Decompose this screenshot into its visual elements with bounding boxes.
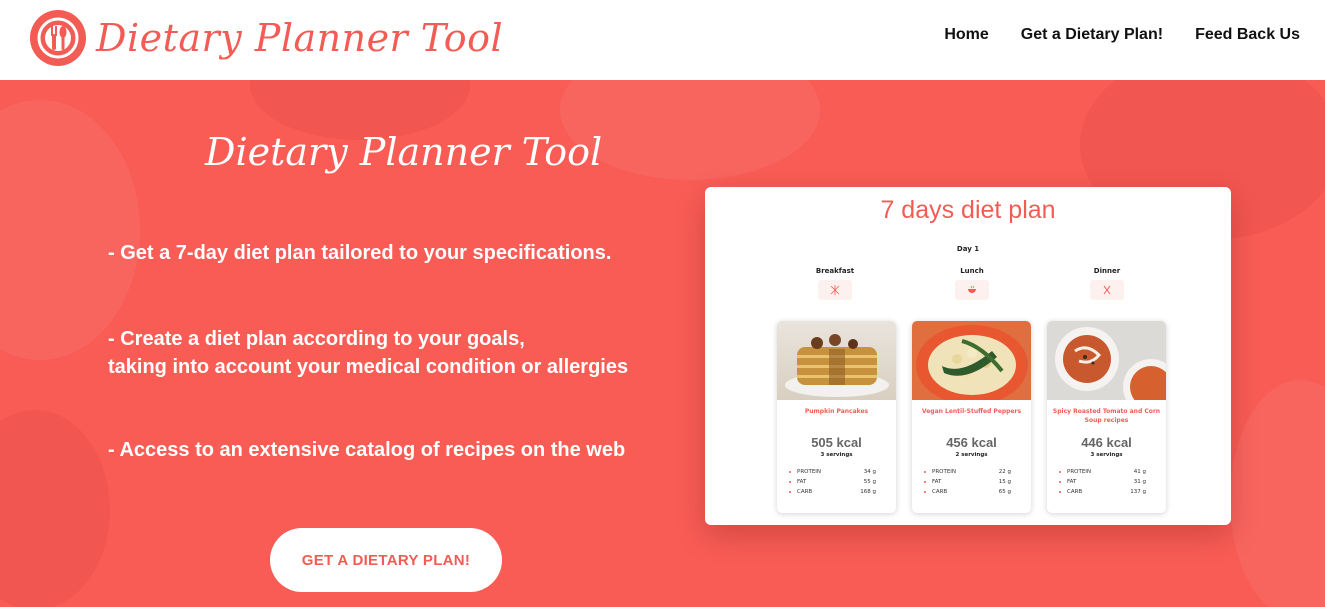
- nutrient-name: PROTEIN: [1059, 467, 1091, 477]
- nutrient-name: FAT: [789, 477, 806, 487]
- nutrient-list: PROTEIN 34 g FAT 55 g CARB 168 g: [777, 467, 896, 497]
- recipe-servings: 2 servings: [955, 452, 988, 458]
- feature-text: taking into account your medical conditi…: [108, 356, 629, 378]
- nutrient-row: FAT 31 g: [1059, 477, 1146, 487]
- nutrient-list: PROTEIN 41 g FAT 31 g CARB 137 g: [1047, 467, 1166, 497]
- nav-get-plan-link[interactable]: Get a Dietary Plan!: [1021, 26, 1163, 44]
- nutrient-row: CARB 137 g: [1059, 487, 1146, 497]
- hero-section: Dietary Planner Tool - Get a 7-day diet …: [0, 80, 1325, 607]
- nutrient-row: PROTEIN 22 g: [924, 467, 1011, 477]
- nutrient-value: 137 g: [1130, 489, 1146, 495]
- preview-title: 7 days diet plan: [880, 196, 1056, 224]
- recipe-name: Pumpkin Pancakes: [804, 408, 869, 415]
- fork-knife-icon: [1090, 280, 1124, 300]
- nutrient-row: FAT 15 g: [924, 477, 1011, 487]
- nutrient-row: CARB 65 g: [924, 487, 1011, 497]
- site-header: Dietary Planner Tool Home Get a Dietary …: [0, 0, 1325, 80]
- recipe-image: [777, 321, 896, 400]
- soup-bowl-icon: [955, 280, 989, 300]
- nutrient-name: FAT: [924, 477, 941, 487]
- recipe-calories: 456 kcal: [946, 435, 997, 450]
- meal-tab-dinner[interactable]: Dinner: [1077, 267, 1137, 300]
- meal-tab-label: Dinner: [1093, 267, 1121, 275]
- nutrient-row: PROTEIN 34 g: [789, 467, 876, 477]
- nutrient-name: CARB: [924, 487, 947, 497]
- feature-item: - Get a 7-day diet plan tailored to your…: [108, 239, 611, 267]
- plate-utensils-icon: [30, 10, 86, 66]
- nutrient-value: 31 g: [1133, 479, 1146, 485]
- nutrient-row: PROTEIN 41 g: [1059, 467, 1146, 477]
- nutrient-value: 55 g: [863, 479, 876, 485]
- nutrient-value: 34 g: [863, 469, 876, 475]
- nutrient-name: FAT: [1059, 477, 1076, 487]
- nutrient-name: PROTEIN: [789, 467, 821, 477]
- background-decoration: [0, 410, 110, 607]
- recipe-servings: 3 servings: [1090, 452, 1123, 458]
- recipe-calories: 505 kcal: [811, 435, 862, 450]
- recipe-card[interactable]: Vegan Lentil-Stuffed Peppers 456 kcal 2 …: [912, 321, 1031, 513]
- recipe-image: [1047, 321, 1166, 400]
- nutrient-row: CARB 168 g: [789, 487, 876, 497]
- background-decoration: [1230, 380, 1325, 607]
- nutrient-value: 41 g: [1133, 469, 1146, 475]
- recipe-card[interactable]: Spicy Roasted Tomato and Corn Soup recip…: [1047, 321, 1166, 513]
- nutrient-name: CARB: [1059, 487, 1082, 497]
- nutrient-name: PROTEIN: [924, 467, 956, 477]
- nav-feedback-link[interactable]: Feed Back Us: [1195, 26, 1300, 44]
- main-nav: Home Get a Dietary Plan! Feed Back Us: [944, 26, 1300, 44]
- diet-plan-preview: 7 days diet plan Day 1 Breakfast Lunch D…: [705, 187, 1231, 525]
- meal-tab-breakfast[interactable]: Breakfast: [805, 267, 865, 300]
- utensils-icon: [818, 280, 852, 300]
- recipe-servings: 3 servings: [820, 452, 853, 458]
- recipe-name: Vegan Lentil-Stuffed Peppers: [921, 408, 1022, 415]
- nav-home-link[interactable]: Home: [944, 26, 988, 44]
- feature-text: - Get a 7-day diet plan tailored to your…: [108, 242, 612, 264]
- get-dietary-plan-button[interactable]: GET A DIETARY PLAN!: [270, 528, 502, 592]
- day-label: Day 1: [956, 245, 980, 253]
- recipe-image: [912, 321, 1031, 400]
- nutrient-value: 22 g: [998, 469, 1011, 475]
- hero-title: Dietary Planner Tool: [205, 130, 603, 174]
- recipe-calories: 446 kcal: [1081, 435, 1132, 450]
- meal-tab-lunch[interactable]: Lunch: [942, 267, 1002, 300]
- meal-tab-label: Lunch: [960, 267, 984, 275]
- feature-item: - Access to an extensive catalog of reci…: [108, 436, 625, 464]
- nutrient-value: 168 g: [860, 489, 876, 495]
- nutrient-list: PROTEIN 22 g FAT 15 g CARB 65 g: [912, 467, 1031, 497]
- nutrient-name: CARB: [789, 487, 812, 497]
- nutrient-value: 15 g: [998, 479, 1011, 485]
- background-decoration: [0, 100, 140, 360]
- logo[interactable]: Dietary Planner Tool: [30, 10, 503, 66]
- nutrient-value: 65 g: [998, 489, 1011, 495]
- feature-text: - Create a diet plan according to your g…: [108, 328, 525, 350]
- recipe-card[interactable]: Pumpkin Pancakes 505 kcal 3 servings PRO…: [777, 321, 896, 513]
- meal-tab-label: Breakfast: [815, 267, 855, 275]
- feature-item: - Create a diet plan according to your g…: [108, 325, 628, 381]
- nutrient-row: FAT 55 g: [789, 477, 876, 487]
- feature-text: - Access to an extensive catalog of reci…: [108, 439, 626, 461]
- brand-name: Dietary Planner Tool: [96, 16, 504, 60]
- recipe-name: Spicy Roasted Tomato and Corn Soup recip…: [1052, 408, 1161, 424]
